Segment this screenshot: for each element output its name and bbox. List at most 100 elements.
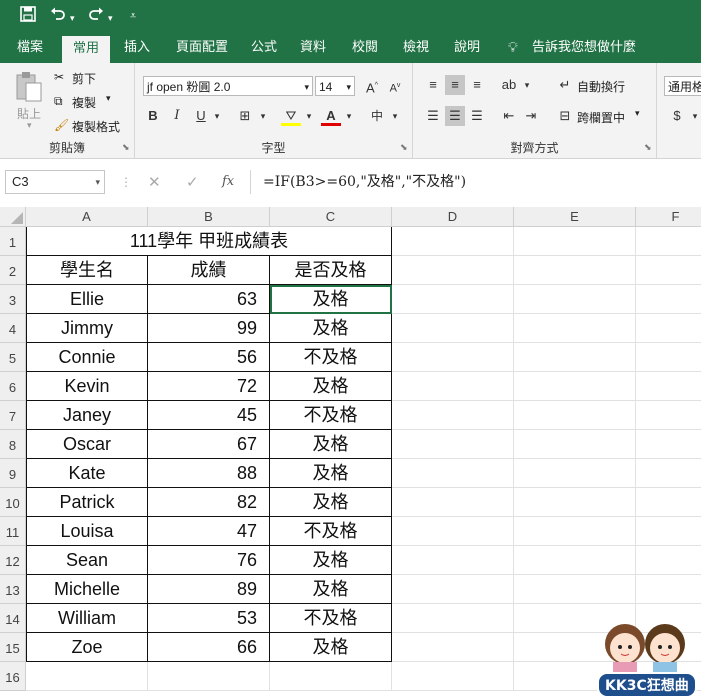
save-icon[interactable] [20, 6, 36, 28]
bold-icon[interactable]: B [143, 106, 163, 126]
row-header-10[interactable]: 10 [0, 488, 26, 517]
empty-cell[interactable] [270, 662, 392, 691]
align-bottom-icon[interactable]: ≡ [467, 75, 487, 95]
empty-cell[interactable] [392, 604, 514, 633]
row-header-5[interactable]: 5 [0, 343, 26, 372]
row-header-4[interactable]: 4 [0, 314, 26, 343]
score-cell[interactable]: 82 [148, 488, 270, 517]
pass-status-cell[interactable]: 不及格 [270, 401, 392, 430]
empty-cell[interactable] [514, 430, 636, 459]
row-header-1[interactable]: 1 [0, 227, 26, 256]
column-header-d[interactable]: D [392, 207, 514, 227]
pass-status-cell[interactable]: 及格 [270, 430, 392, 459]
borders-dropdown-icon[interactable]: ▾ [253, 106, 273, 126]
empty-cell[interactable] [392, 343, 514, 372]
tab-page-layout[interactable]: 頁面配置 [176, 33, 228, 63]
font-size-dropdown-icon[interactable]: ▾ [346, 77, 351, 97]
customize-toolbar-icon[interactable]: ⩡ [130, 6, 136, 26]
empty-cell[interactable] [636, 459, 701, 488]
empty-cell[interactable] [514, 256, 636, 285]
score-cell[interactable]: 66 [148, 633, 270, 662]
tab-review[interactable]: 校閱 [352, 33, 378, 63]
row-header-15[interactable]: 15 [0, 633, 26, 662]
align-left-icon[interactable]: ☰ [423, 106, 443, 126]
row-header-9[interactable]: 9 [0, 459, 26, 488]
pass-status-cell[interactable]: 不及格 [270, 343, 392, 372]
tab-file[interactable]: 檔案 [17, 33, 43, 63]
score-header[interactable]: 成績 [148, 256, 270, 285]
empty-cell[interactable] [636, 517, 701, 546]
empty-cell[interactable] [392, 517, 514, 546]
empty-cell[interactable] [636, 575, 701, 604]
row-header-2[interactable]: 2 [0, 256, 26, 285]
fill-color-icon[interactable]: ⛛ [281, 106, 301, 126]
clipboard-launcher-icon[interactable]: ⬊ [122, 143, 130, 153]
column-header-b[interactable]: B [148, 207, 270, 227]
paste-icon[interactable] [14, 71, 44, 102]
tell-me-search[interactable]: 告訴我您想做什麼 [532, 33, 636, 63]
fill-color-dropdown-icon[interactable]: ▾ [299, 106, 319, 126]
student-name-cell[interactable]: Kevin [26, 372, 148, 401]
empty-cell[interactable] [392, 662, 514, 691]
cut-button[interactable]: 剪下 [72, 70, 96, 87]
empty-cell[interactable] [392, 575, 514, 604]
font-color-dropdown-icon[interactable]: ▾ [339, 106, 359, 126]
row-header-7[interactable]: 7 [0, 401, 26, 430]
align-middle-icon[interactable]: ≡ [445, 75, 465, 95]
empty-cell[interactable] [636, 430, 701, 459]
student-name-cell[interactable]: Oscar [26, 430, 148, 459]
borders-icon[interactable]: ⊞ [235, 106, 255, 126]
font-launcher-icon[interactable]: ⬊ [400, 143, 408, 153]
empty-cell[interactable] [514, 285, 636, 314]
merge-center-button[interactable]: 跨欄置中 [577, 109, 625, 126]
empty-cell[interactable] [514, 372, 636, 401]
copy-dropdown-icon[interactable]: ▾ [106, 94, 111, 104]
score-cell[interactable]: 72 [148, 372, 270, 401]
score-cell[interactable]: 63 [148, 285, 270, 314]
score-cell[interactable]: 45 [148, 401, 270, 430]
score-cell[interactable]: 53 [148, 604, 270, 633]
align-top-icon[interactable]: ≡ [423, 75, 443, 95]
decrease-font-icon[interactable]: Av [385, 76, 405, 96]
tab-home[interactable]: 常用 [62, 36, 111, 63]
name-box[interactable]: C3 ▾ [5, 170, 105, 194]
pass-status-cell[interactable]: 及格 [270, 314, 392, 343]
select-all-corner[interactable] [0, 207, 26, 227]
pass-status-cell[interactable]: 及格 [270, 546, 392, 575]
row-header-8[interactable]: 8 [0, 430, 26, 459]
row-header-13[interactable]: 13 [0, 575, 26, 604]
tab-insert[interactable]: 插入 [124, 33, 150, 63]
orientation-icon[interactable]: ab [499, 75, 519, 95]
number-format-combo[interactable]: 通用格 [664, 76, 701, 96]
empty-cell[interactable] [636, 343, 701, 372]
empty-cell[interactable] [636, 227, 701, 256]
redo-icon[interactable] [88, 6, 104, 28]
empty-cell[interactable] [514, 575, 636, 604]
empty-cell[interactable] [26, 662, 148, 691]
decrease-indent-icon[interactable]: ⇤ [499, 106, 519, 126]
active-cell-c3[interactable]: 及格 [270, 285, 392, 314]
row-header-16[interactable]: 16 [0, 662, 26, 691]
column-header-f[interactable]: F [636, 207, 701, 227]
empty-cell[interactable] [636, 314, 701, 343]
sheet-title-cell[interactable]: 111學年 甲班成績表 [26, 227, 392, 256]
empty-cell[interactable] [392, 546, 514, 575]
student-name-cell[interactable]: Janey [26, 401, 148, 430]
cancel-icon[interactable]: ✕ [148, 173, 161, 191]
pass-status-cell[interactable]: 及格 [270, 372, 392, 401]
empty-cell[interactable] [636, 285, 701, 314]
tab-view[interactable]: 檢視 [403, 33, 429, 63]
empty-cell[interactable] [392, 285, 514, 314]
column-header-a[interactable]: A [26, 207, 148, 227]
copy-button[interactable]: 複製 [72, 94, 96, 111]
student-name-cell[interactable]: Zoe [26, 633, 148, 662]
pass-status-header[interactable]: 是否及格 [270, 256, 392, 285]
score-cell[interactable]: 67 [148, 430, 270, 459]
tab-formulas[interactable]: 公式 [251, 33, 277, 63]
empty-cell[interactable] [636, 546, 701, 575]
phonetic-icon[interactable]: 中 [367, 106, 387, 126]
undo-dropdown-icon[interactable]: ▾ [70, 8, 75, 28]
student-name-cell[interactable]: Jimmy [26, 314, 148, 343]
empty-cell[interactable] [392, 372, 514, 401]
empty-cell[interactable] [636, 488, 701, 517]
